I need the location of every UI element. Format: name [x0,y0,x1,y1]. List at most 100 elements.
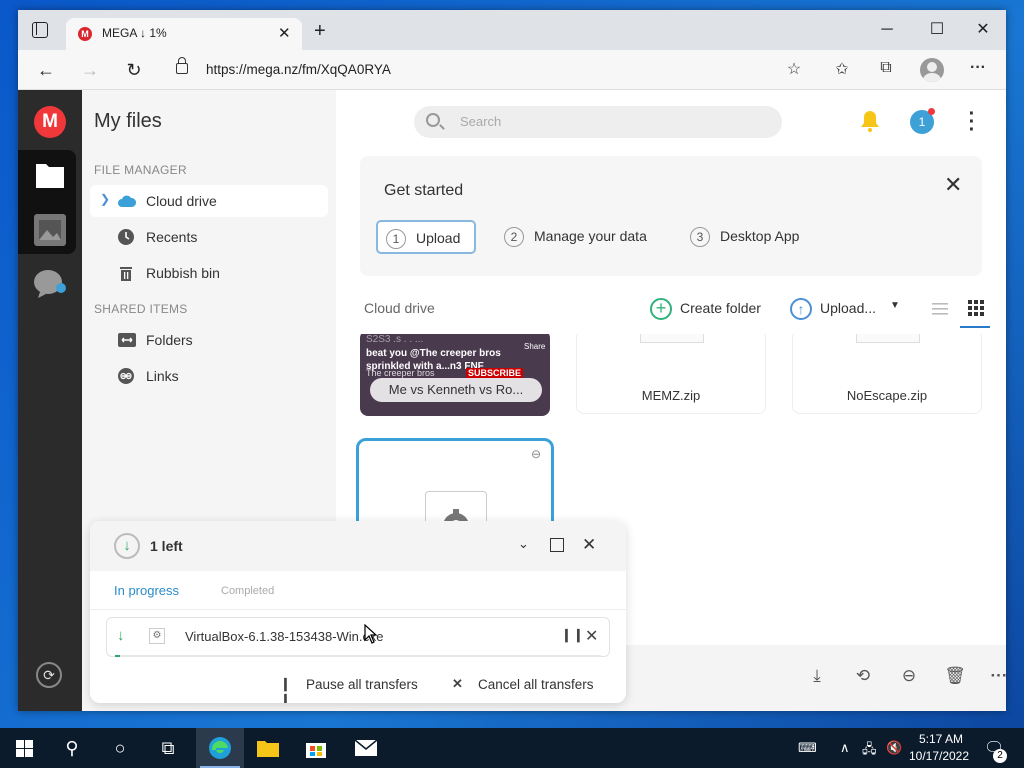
refresh-icon[interactable]: ↻ [120,58,148,82]
tab-in-progress[interactable]: In progress [114,583,179,598]
step-number: 3 [690,227,710,247]
mail-icon[interactable] [354,739,378,757]
step-desktop-app[interactable]: 3 Desktop App [682,220,822,254]
minimize-icon[interactable]: ─ [864,16,910,44]
tab-completed[interactable]: Completed [221,585,274,597]
sidebar-item-folders[interactable]: Folders [90,324,328,356]
cancel-icon[interactable]: ✕ [585,626,598,646]
sidebar-item-label: Links [146,368,179,384]
profile-icon[interactable] [920,58,944,82]
tab-actions-icon[interactable] [32,22,48,38]
search-icon[interactable]: ⚲ [48,728,96,768]
trash-icon [120,267,132,281]
add-favorite-icon[interactable]: ☆ [782,59,806,81]
file-card-zip[interactable]: NoEscape.zip [792,334,982,414]
zip-file-icon [640,334,704,343]
file-explorer-icon[interactable] [256,738,280,758]
clock-icon [118,229,134,245]
cloud-drive-icon[interactable] [34,160,66,190]
trash-icon[interactable]: 🗑 [944,665,966,687]
close-icon[interactable]: ✕ [582,535,596,555]
url-field[interactable]: https://mega.nz/fm/XqQA0RYA [164,56,840,84]
pause-icon[interactable]: ❙❙ [561,627,585,643]
list-view-icon[interactable] [932,302,948,316]
sidebar-item-links[interactable]: Links [90,360,328,392]
photos-icon[interactable] [34,214,66,246]
network-icon[interactable]: 🖧 [862,740,877,762]
file-toolbar: Cloud drive + Create folder ↑ Upload... … [336,286,1006,334]
search-input[interactable]: Search [414,106,782,138]
sidebar-item-label: Folders [146,332,193,348]
mega-favicon-icon: M [78,27,92,41]
sidebar-item-cloud-drive[interactable]: ❯ Cloud drive [90,185,328,217]
task-view-icon[interactable]: ⧉ [144,728,192,768]
expand-icon[interactable] [550,538,564,552]
file-card-video[interactable]: S2S3 .s . . ... beat you @The creeper br… [360,334,550,416]
bell-icon[interactable] [860,110,880,132]
download-icon[interactable]: ⤓ [806,665,828,687]
close-icon[interactable]: ✕ [944,172,962,198]
search-placeholder: Search [460,114,502,129]
chat-icon[interactable] [32,268,68,300]
more-vertical-icon[interactable]: · · · [966,104,978,140]
tab-close-icon[interactable]: ✕ [278,24,291,42]
collections-icon[interactable]: ⧉ [874,59,898,81]
sync-icon[interactable]: ⟳ [36,662,62,688]
grid-view-icon[interactable] [968,300,984,316]
favorites-icon[interactable]: ✩ [830,59,854,81]
transfer-row[interactable]: ↓ ⚙ VirtualBox-6.1.38-153438-Win.exe ❙❙ … [106,617,610,657]
store-icon[interactable] [305,737,327,759]
link-icon[interactable]: ⊖ [898,665,920,687]
create-folder-label: Create folder [680,300,761,316]
clock-time[interactable]: 5:17 AM [908,732,974,746]
more-icon[interactable]: ··· [988,665,1007,687]
get-started-title: Get started [384,182,464,199]
link-icon[interactable]: ⊖ [531,447,541,461]
share-icon[interactable]: ⟲ [852,665,874,687]
chevron-down-icon[interactable]: ⌄ [518,536,529,552]
step-number: 2 [504,227,524,247]
new-tab-icon[interactable]: + [314,20,326,43]
cancel-all-label: Cancel all transfers [478,677,594,692]
forward-icon[interactable]: → [76,58,104,82]
url-text: https://mega.nz/fm/XqQA0RYA [206,62,391,77]
breadcrumb[interactable]: Cloud drive [364,300,435,316]
chevron-up-icon[interactable]: ∧ [840,740,850,756]
chevron-right-icon[interactable]: ❯ [100,192,110,206]
clock-date[interactable]: 10/17/2022 [904,749,974,763]
step-upload[interactable]: 1 Upload [376,220,476,254]
step-label: Desktop App [720,228,800,244]
plus-circle-icon: + [650,298,672,320]
more-icon[interactable]: ··· [966,59,990,81]
maximize-icon[interactable]: ☐ [914,16,960,44]
upload-arrow-icon: ↑ [790,298,812,320]
windows-start-icon[interactable] [16,740,33,757]
close-icon[interactable]: ✕ [960,16,1006,44]
transfer-body: In progress Completed ↓ ⚙ VirtualBox-6.1… [90,571,626,703]
section-shared-items: SHARED ITEMS [94,302,188,316]
sidebar-item-recents[interactable]: Recents [90,221,328,253]
edge-icon[interactable] [208,736,232,760]
chevron-down-icon[interactable]: ▼ [890,300,900,311]
sidebar-item-label: Cloud drive [146,193,217,209]
divider [90,609,626,610]
keyboard-icon[interactable]: ⌨ [798,740,817,756]
browser-tab[interactable]: M MEGA ↓ 1% ✕ [66,18,302,50]
sidebar-title: My files [94,110,162,132]
cortana-icon[interactable]: ○ [96,728,144,768]
sidebar-item-rubbish-bin[interactable]: Rubbish bin [90,257,328,289]
lock-icon[interactable] [176,57,188,74]
thumbnail-text: The creeper bros [366,368,435,378]
volume-muted-icon[interactable]: 🔇 [886,740,902,756]
thumbnail-text: beat you @The creeper bros [366,348,501,359]
progress-bar [115,655,601,657]
sidebar-item-label: Rubbish bin [146,265,220,281]
cloud-icon [118,195,136,207]
file-card-zip[interactable]: MEMZ.zip [576,334,766,414]
step-manage-data[interactable]: 2 Manage your data [496,220,666,254]
nav-rail: M ⟳ [18,90,82,711]
mega-logo[interactable]: M [34,106,66,138]
back-icon[interactable]: ← [32,58,60,82]
file-name: NoEscape.zip [846,388,928,403]
step-label: Upload [416,230,461,246]
